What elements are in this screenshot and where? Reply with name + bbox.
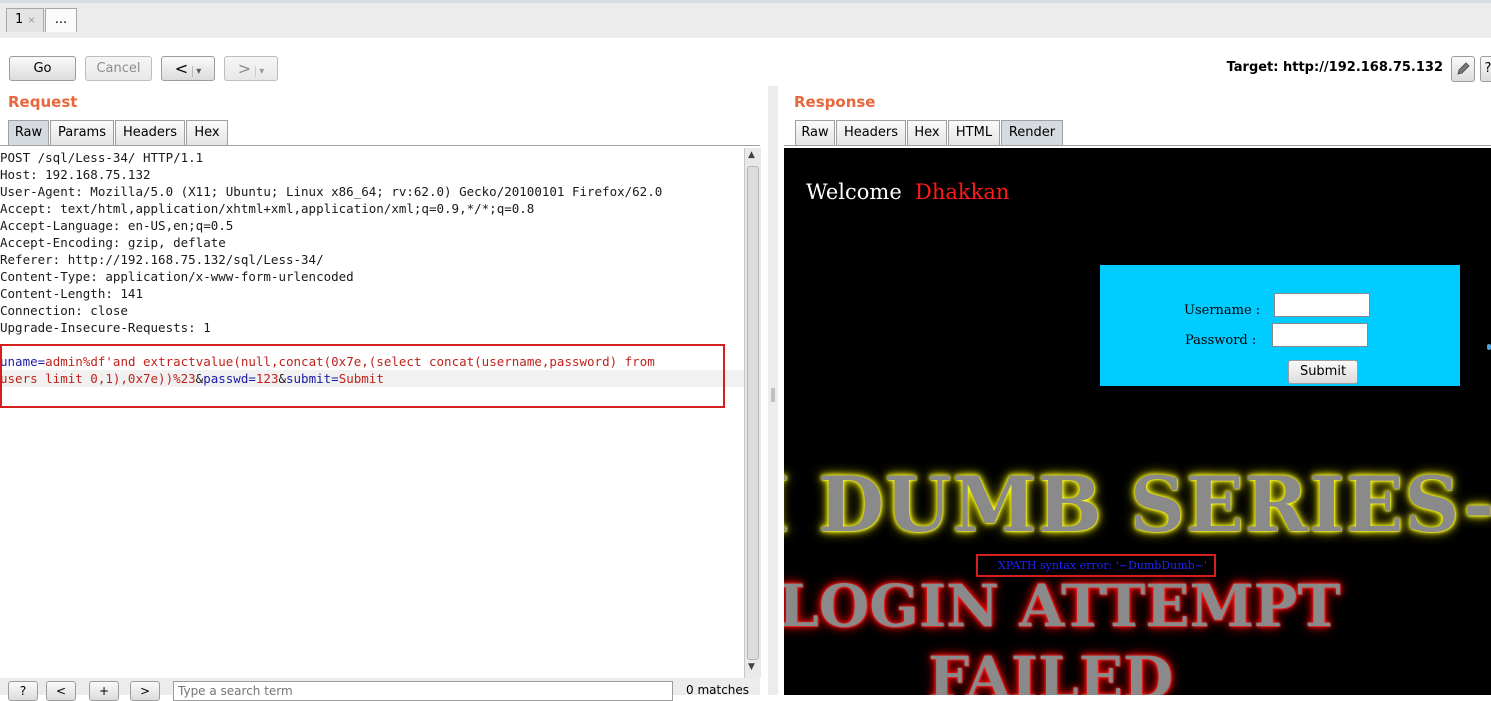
banner-login-attempt: LOGIN ATTEMPT [784, 572, 1341, 640]
tab-headers[interactable]: Headers [836, 120, 906, 145]
go-button[interactable]: Go [9, 56, 76, 81]
tab-html[interactable]: HTML [948, 120, 1000, 145]
close-icon[interactable]: × [27, 15, 35, 26]
banner-failed: FAILED [928, 644, 1174, 695]
request-line: Accept-Language: en-US,en;q=0.5 [0, 218, 234, 233]
request-line: Upgrade-Insecure-Requests: 1 [0, 320, 211, 335]
request-editor[interactable]: POST /sql/Less-34/ HTTP/1.1 Host: 192.16… [0, 146, 744, 676]
scroll-up-icon[interactable]: ▲ [748, 150, 755, 160]
forward-arrow-icon: > [237, 59, 252, 78]
rendered-page: Welcome Dhakkan Username : Password : Su… [784, 148, 1491, 695]
help-button[interactable]: ? [8, 681, 38, 701]
next-match-button[interactable]: > [130, 681, 160, 701]
tab-strip [0, 0, 1491, 39]
response-title: Response [794, 93, 876, 111]
edit-target-button[interactable] [1451, 56, 1475, 82]
tab-1[interactable]: 1 × [6, 8, 44, 32]
request-line: Content-Length: 141 [0, 286, 143, 301]
username-field[interactable] [1274, 293, 1370, 317]
request-line: User-Agent: Mozilla/5.0 (X11; Ubuntu; Li… [0, 184, 663, 199]
tab-1-label: 1 [15, 12, 24, 27]
banner-dumb-series: I DUMB SERIES- [784, 460, 1491, 549]
tab-raw[interactable]: Raw [8, 120, 49, 145]
payload-highlight-box [0, 344, 725, 408]
drag-handle-icon[interactable] [771, 388, 775, 402]
tab-render[interactable]: Render [1001, 120, 1063, 145]
search-input[interactable] [173, 681, 673, 701]
add-button[interactable]: + [89, 681, 119, 701]
username-label: Username : [1184, 303, 1261, 318]
request-line: POST /sql/Less-34/ HTTP/1.1 [0, 150, 204, 165]
request-line: Host: 192.168.75.132 [0, 167, 151, 182]
chevron-down-icon: ▾ [192, 66, 202, 77]
back-arrow-icon: < [174, 59, 189, 78]
request-title: Request [8, 93, 78, 111]
help-button[interactable]: ? [1480, 56, 1491, 82]
password-field[interactable] [1272, 323, 1368, 347]
password-label: Password : [1185, 333, 1257, 348]
request-line: Connection: close [0, 303, 128, 318]
tab-hex[interactable]: Hex [186, 120, 228, 145]
request-line: Content-Type: application/x-www-form-url… [0, 269, 354, 284]
user-name: Dhakkan [915, 180, 1010, 204]
welcome-text: Welcome [806, 180, 902, 204]
tab-underline [784, 145, 1491, 146]
split-pane-divider[interactable] [768, 86, 778, 695]
tab-params[interactable]: Params [50, 120, 114, 145]
pane-edge-marker [1487, 344, 1491, 350]
scroll-down-icon[interactable]: ▼ [748, 662, 755, 672]
previous-match-button[interactable]: < [46, 681, 76, 701]
request-line: Accept-Encoding: gzip, deflate [0, 235, 226, 250]
target-label: Target: http://192.168.75.132 [1226, 60, 1443, 75]
request-line: Accept: text/html,application/xhtml+xml,… [0, 201, 535, 216]
scroll-thumb[interactable] [747, 166, 759, 660]
tab-more[interactable]: ... [45, 8, 77, 32]
pencil-icon [1457, 62, 1470, 75]
login-form: Username : Password : Submit [1100, 265, 1460, 386]
request-line: Referer: http://192.168.75.132/sql/Less-… [0, 252, 324, 267]
request-scrollbar[interactable]: ▲ ▼ [744, 148, 761, 678]
forward-button[interactable]: > ▾ [224, 56, 278, 81]
chevron-down-icon: ▾ [255, 66, 265, 77]
xpath-error-text: XPATH syntax error: '~DumbDumb~' [998, 559, 1207, 572]
tab-hex[interactable]: Hex [907, 120, 947, 145]
cancel-button[interactable]: Cancel [85, 56, 152, 81]
tab-raw[interactable]: Raw [795, 120, 835, 145]
back-button[interactable]: < ▾ [161, 56, 215, 81]
tab-headers[interactable]: Headers [115, 120, 185, 145]
top-border [0, 0, 1491, 3]
submit-button[interactable]: Submit [1288, 360, 1358, 384]
